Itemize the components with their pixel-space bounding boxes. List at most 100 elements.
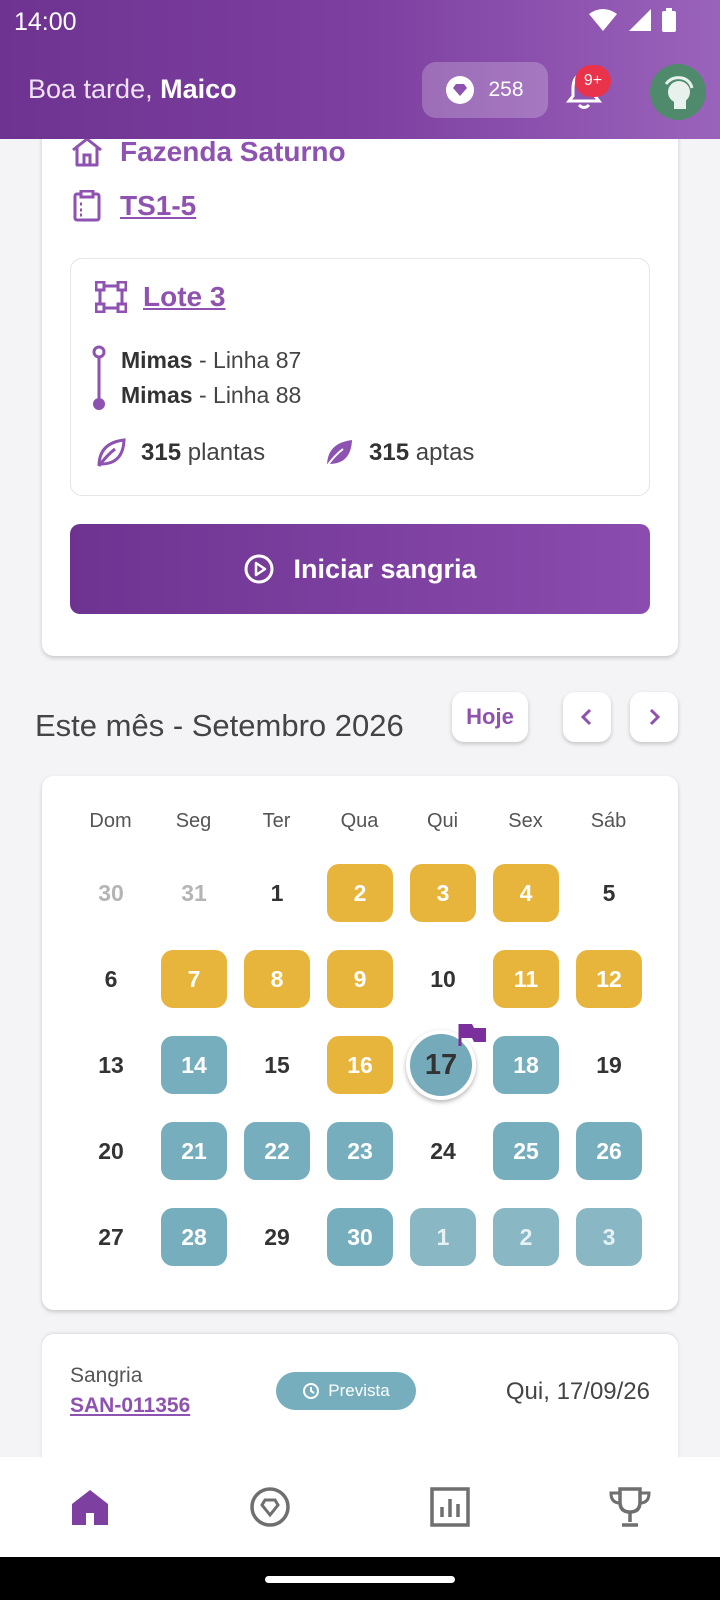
calendar-day[interactable]: 4 [493, 864, 559, 922]
nav-points[interactable] [230, 1467, 310, 1547]
farm-name: Fazenda Saturno [120, 136, 346, 167]
line-name: Mimas [121, 347, 193, 373]
apt-label: aptas [409, 439, 475, 466]
leaf-filled-icon [326, 440, 352, 467]
diamond-icon [446, 76, 475, 104]
farm-row: Fazenda Saturno [70, 136, 346, 168]
calendar-day[interactable]: 16 [327, 1036, 393, 1094]
line-desc: - Linha 88 [192, 382, 302, 408]
status-badge: Prevista [276, 1372, 416, 1410]
clock-icon [303, 1383, 320, 1399]
calendar-day[interactable]: 27 [78, 1208, 144, 1266]
calendar-day[interactable]: 30 [327, 1208, 393, 1266]
calendar-day[interactable]: 7 [161, 950, 227, 1008]
nav-achievements[interactable] [590, 1467, 670, 1547]
calendar-day[interactable]: 5 [576, 864, 642, 922]
status-text: Prevista [328, 1381, 390, 1400]
lote-row[interactable]: Lote 3 [95, 281, 225, 313]
weekday-label: Qua [340, 810, 379, 832]
plants-text: 315 plantas [141, 439, 265, 467]
apt-stat: 315 aptas [323, 437, 474, 469]
points-button[interactable]: 258 [422, 62, 548, 118]
nav-home[interactable] [50, 1467, 130, 1547]
calendar-day[interactable]: 15 [244, 1036, 310, 1094]
calendar-day[interactable]: 8 [244, 950, 310, 1008]
line-item: Mimas - Linha 87 [121, 347, 301, 374]
sangria-card[interactable]: Sangria SAN-011356 Prevista Qui, 17/09/2… [42, 1334, 678, 1464]
calendar-day[interactable]: 19 [576, 1036, 642, 1094]
laurel-head-icon [664, 76, 694, 109]
play-circle-icon [244, 554, 274, 584]
calendar-day[interactable]: 22 [244, 1122, 310, 1180]
next-month-button[interactable] [630, 692, 678, 742]
signal-icon [629, 9, 651, 31]
chevron-left-icon [580, 708, 592, 726]
lote-link[interactable]: Lote 3 [143, 281, 225, 313]
plants-label: plantas [181, 439, 266, 466]
farm-code-row[interactable]: TS1-5 [70, 190, 196, 222]
sangria-date: Qui, 17/09/26 [505, 1378, 650, 1405]
today-button[interactable]: Hoje [452, 692, 528, 742]
greeting-prefix: Boa tarde, [28, 74, 161, 104]
chevron-right-icon [649, 708, 661, 726]
points-value: 258 [488, 78, 524, 101]
calendar-day[interactable]: 2 [327, 864, 393, 922]
calendar-day[interactable]: 21 [161, 1122, 227, 1180]
calendar-day[interactable]: 26 [576, 1122, 642, 1180]
calendar-day[interactable]: 23 [327, 1122, 393, 1180]
line-desc: - Linha 87 [192, 347, 302, 373]
weekday-label: Sex [508, 810, 543, 832]
calendar-day[interactable]: 6 [78, 950, 144, 1008]
trophy-icon [609, 1487, 651, 1527]
battery-icon [662, 8, 676, 32]
farm-code-link[interactable]: TS1-5 [120, 190, 196, 222]
line-name: Mimas [121, 382, 193, 408]
line-range-icon [92, 345, 106, 410]
calendar-day[interactable]: 13 [78, 1036, 144, 1094]
diamond-badge-icon [250, 1487, 290, 1527]
weekday-label: Seg [175, 810, 212, 832]
calendar-day[interactable]: 11 [493, 950, 559, 1008]
calendar-day[interactable]: 3 [410, 864, 476, 922]
nav-reports[interactable] [410, 1467, 490, 1547]
calendar-day[interactable]: 18 [493, 1036, 559, 1094]
calendar-day[interactable]: 3 [576, 1208, 642, 1266]
start-sangria-label: Iniciar sangria [293, 553, 477, 584]
calendar-day[interactable]: 1 [410, 1208, 476, 1266]
notification-badge: 9+ [575, 65, 611, 97]
home-icon [72, 1490, 108, 1525]
leaf-outline-icon [97, 438, 126, 467]
calendar-day[interactable]: 20 [78, 1122, 144, 1180]
weekday-label: Dom [89, 810, 132, 832]
home-gesture-handle[interactable] [265, 1576, 455, 1583]
apt-text: 315 aptas [369, 439, 474, 467]
calendar-day[interactable]: 30 [78, 864, 144, 922]
calendar-day[interactable]: 12 [576, 950, 642, 1008]
weekday-label: Qui [426, 810, 459, 832]
house-icon [72, 137, 102, 167]
app-header: 14:00 Boa tarde, Maico 258 9+ [0, 0, 720, 139]
calendar-day[interactable]: 2 [493, 1208, 559, 1266]
calendar-day[interactable]: 24 [410, 1122, 476, 1180]
farm-card: Fazenda Saturno TS1-5 Lote 3 Mimas - Lin… [42, 110, 678, 656]
plants-count: 315 [141, 439, 182, 466]
sangria-code-link[interactable]: SAN-011356 [70, 1394, 190, 1418]
calendar-day[interactable]: 28 [161, 1208, 227, 1266]
start-sangria-button[interactable]: Iniciar sangria [70, 524, 650, 614]
calendar-day[interactable]: 31 [161, 864, 227, 922]
status-icons [588, 8, 676, 32]
weekday-label: Ter [262, 810, 291, 832]
calendar-day[interactable]: 25 [493, 1122, 559, 1180]
area-icon [95, 281, 127, 313]
avatar[interactable] [650, 64, 706, 120]
clipboard-icon [73, 190, 101, 222]
calendar-day[interactable]: 10 [410, 950, 476, 1008]
calendar-day[interactable]: 14 [161, 1036, 227, 1094]
calendar-day[interactable]: 9 [327, 950, 393, 1008]
user-name: Maico [160, 74, 237, 104]
calendar-day[interactable]: 29 [244, 1208, 310, 1266]
status-time: 14:00 [14, 8, 77, 36]
sangria-label: Sangria [70, 1364, 143, 1387]
prev-month-button[interactable] [563, 692, 611, 742]
calendar-day[interactable]: 1 [244, 864, 310, 922]
